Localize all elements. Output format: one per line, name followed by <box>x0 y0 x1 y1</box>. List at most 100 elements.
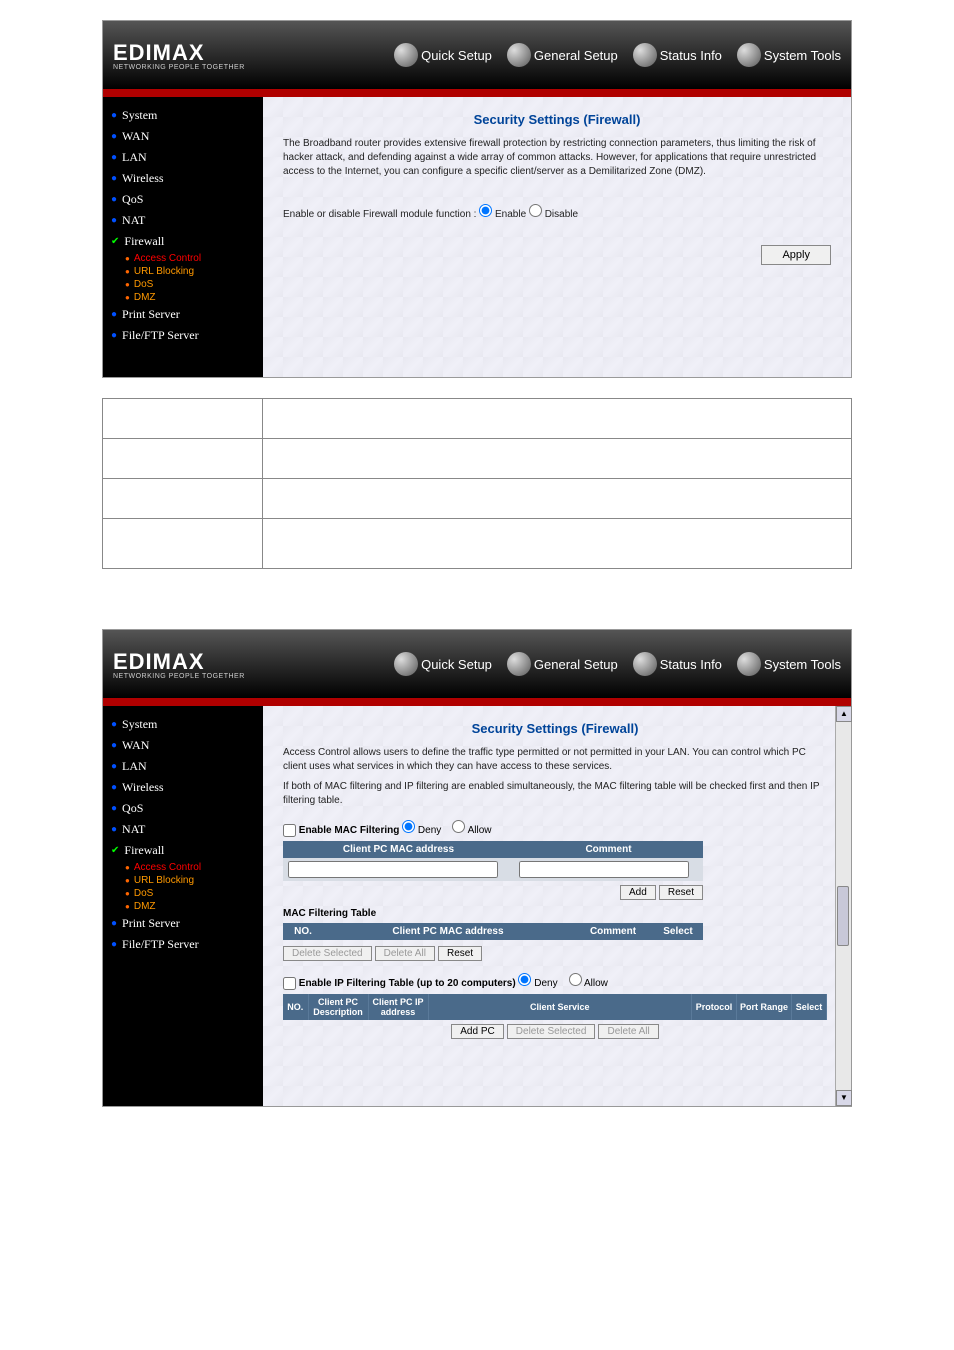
doc-cell-2-2 <box>263 439 852 479</box>
ip-allow-radio[interactable] <box>569 973 582 986</box>
sidebar: System WAN LAN Wireless QoS NAT Firewall… <box>103 97 263 377</box>
scroll-up-icon[interactable]: ▲ <box>836 706 852 722</box>
mac-deny-label: Deny <box>418 825 441 836</box>
doc-cell-2-1 <box>103 439 263 479</box>
general-setup-icon <box>507 652 531 676</box>
sidebar-sub-url-blocking[interactable]: URL Blocking <box>103 265 263 278</box>
mac-comment-input[interactable] <box>519 861 689 878</box>
nav-quick-setup[interactable]: Quick Setup <box>394 43 492 67</box>
doc-cell-4-2 <box>263 519 852 569</box>
scrollbar[interactable]: ▲ ▼ <box>835 706 851 1106</box>
scroll-thumb[interactable] <box>837 886 849 946</box>
nav-status-info[interactable]: Status Info <box>633 43 722 67</box>
mac-buttons: Add Reset <box>283 885 703 900</box>
sidebar-item-lan[interactable]: LAN <box>103 147 263 168</box>
header: EDIMAX NETWORKING PEOPLE TOGETHER Quick … <box>103 21 851 89</box>
quick-setup-icon <box>394 43 418 67</box>
disable-radio[interactable] <box>529 204 542 217</box>
mac-filter-checkbox[interactable] <box>283 824 296 837</box>
sidebar-item-print-server-2[interactable]: Print Server <box>103 913 263 934</box>
sidebar-sub-access-control[interactable]: Access Control <box>103 252 263 265</box>
sidebar-item-lan-2[interactable]: LAN <box>103 756 263 777</box>
main-panel: Security Settings (Firewall) The Broadba… <box>263 97 851 377</box>
ip-delete-selected-button[interactable]: Delete Selected <box>507 1024 596 1039</box>
mac-table-label: MAC Filtering Table <box>283 908 827 919</box>
sidebar-item-file-ftp-server[interactable]: File/FTP Server <box>103 325 263 346</box>
red-divider <box>103 89 851 97</box>
ip-tbl-desc: Client PC Description <box>308 994 368 1020</box>
sidebar-item-system[interactable]: System <box>103 105 263 126</box>
ip-deny-radio[interactable] <box>518 973 531 986</box>
sidebar-item-nat-2[interactable]: NAT <box>103 819 263 840</box>
add-pc-button[interactable]: Add PC <box>451 1024 503 1039</box>
ip-delete-all-button[interactable]: Delete All <box>598 1024 658 1039</box>
mac-delete-all-button[interactable]: Delete All <box>375 946 435 961</box>
sidebar-sub-dmz-2[interactable]: DMZ <box>103 900 263 913</box>
sidebar-item-print-server[interactable]: Print Server <box>103 304 263 325</box>
sidebar-item-system-2[interactable]: System <box>103 714 263 735</box>
doc-cell-3-2 <box>263 479 852 519</box>
sidebar-item-wan-2[interactable]: WAN <box>103 735 263 756</box>
sidebar-item-wireless[interactable]: Wireless <box>103 168 263 189</box>
ip-tbl-protocol: Protocol <box>692 994 737 1020</box>
ip-table-buttons: Add PC Delete Selected Delete All <box>283 1024 827 1039</box>
mac-filter-enable-row: Enable MAC Filtering Deny Allow <box>283 820 827 837</box>
mac-addr-input[interactable] <box>288 861 498 878</box>
sidebar-sub-url-blocking-2[interactable]: URL Blocking <box>103 874 263 887</box>
sidebar-item-wireless-2[interactable]: Wireless <box>103 777 263 798</box>
ip-deny-label: Deny <box>534 978 557 989</box>
nav-system-tools[interactable]: System Tools <box>737 43 841 67</box>
general-setup-icon <box>507 43 531 67</box>
nav-general-setup-2[interactable]: General Setup <box>507 652 618 676</box>
nav-system-tools-2[interactable]: System Tools <box>737 652 841 676</box>
mac-tbl-select: Select <box>653 923 703 940</box>
nav-status-info-2[interactable]: Status Info <box>633 652 722 676</box>
mac-addr-header: Client PC MAC address <box>283 841 514 858</box>
mac-tbl-no: NO. <box>283 923 323 940</box>
page-title-2: Security Settings (Firewall) <box>283 721 827 736</box>
mac-table-reset-button[interactable]: Reset <box>438 946 482 961</box>
doc-cell-3-1 <box>103 479 263 519</box>
main-panel-2: ▲ ▼ Security Settings (Firewall) Access … <box>263 706 851 1106</box>
mac-deny-radio[interactable] <box>402 820 415 833</box>
sidebar-sub-dmz[interactable]: DMZ <box>103 291 263 304</box>
sidebar-item-firewall-2[interactable]: Firewall <box>103 840 263 861</box>
scroll-down-icon[interactable]: ▼ <box>836 1090 852 1106</box>
mac-delete-selected-button[interactable]: Delete Selected <box>283 946 372 961</box>
mac-add-table: Client PC MAC address Comment <box>283 841 703 881</box>
ip-filtering-table: NO. Client PC Description Client PC IP a… <box>283 994 827 1020</box>
sidebar-sub-access-control-2[interactable]: Access Control <box>103 861 263 874</box>
ip-filter-checkbox[interactable] <box>283 977 296 990</box>
sidebar-2: System WAN LAN Wireless QoS NAT Firewall… <box>103 706 263 1106</box>
content: System WAN LAN Wireless QoS NAT Firewall… <box>103 97 851 377</box>
module-toggle-row: Enable or disable Firewall module functi… <box>283 204 831 220</box>
apply-button[interactable]: Apply <box>761 245 831 265</box>
sidebar-item-qos[interactable]: QoS <box>103 189 263 210</box>
firewall-main-screenshot: EDIMAX NETWORKING PEOPLE TOGETHER Quick … <box>102 20 852 378</box>
ip-tbl-select: Select <box>792 994 827 1020</box>
red-divider-2 <box>103 698 851 706</box>
ip-filter-enable-row: Enable IP Filtering Table (up to 20 comp… <box>283 973 827 990</box>
sidebar-item-nat[interactable]: NAT <box>103 210 263 231</box>
module-label: Enable or disable Firewall module functi… <box>283 209 476 220</box>
logo-text: EDIMAX <box>113 40 205 65</box>
mac-table-buttons: Delete Selected Delete All Reset <box>283 946 827 961</box>
sidebar-item-wan[interactable]: WAN <box>103 126 263 147</box>
access-control-screenshot: EDIMAX NETWORKING PEOPLE TOGETHER Quick … <box>102 629 852 1107</box>
sidebar-sub-dos[interactable]: DoS <box>103 278 263 291</box>
nav-general-setup[interactable]: General Setup <box>507 43 618 67</box>
doc-cell-1-1 <box>103 399 263 439</box>
nav-quick-setup-2[interactable]: Quick Setup <box>394 652 492 676</box>
enable-radio[interactable] <box>479 204 492 217</box>
logo: EDIMAX NETWORKING PEOPLE TOGETHER <box>113 40 245 71</box>
sidebar-item-qos-2[interactable]: QoS <box>103 798 263 819</box>
status-info-icon <box>633 652 657 676</box>
sidebar-item-file-ftp-server-2[interactable]: File/FTP Server <box>103 934 263 955</box>
sidebar-sub-dos-2[interactable]: DoS <box>103 887 263 900</box>
mac-allow-radio[interactable] <box>452 820 465 833</box>
mac-reset-button[interactable]: Reset <box>659 885 703 900</box>
sidebar-item-firewall[interactable]: Firewall <box>103 231 263 252</box>
mac-filter-label: Enable MAC Filtering <box>299 825 400 836</box>
intro-text: The Broadband router provides extensive … <box>283 137 831 179</box>
mac-add-button[interactable]: Add <box>620 885 656 900</box>
